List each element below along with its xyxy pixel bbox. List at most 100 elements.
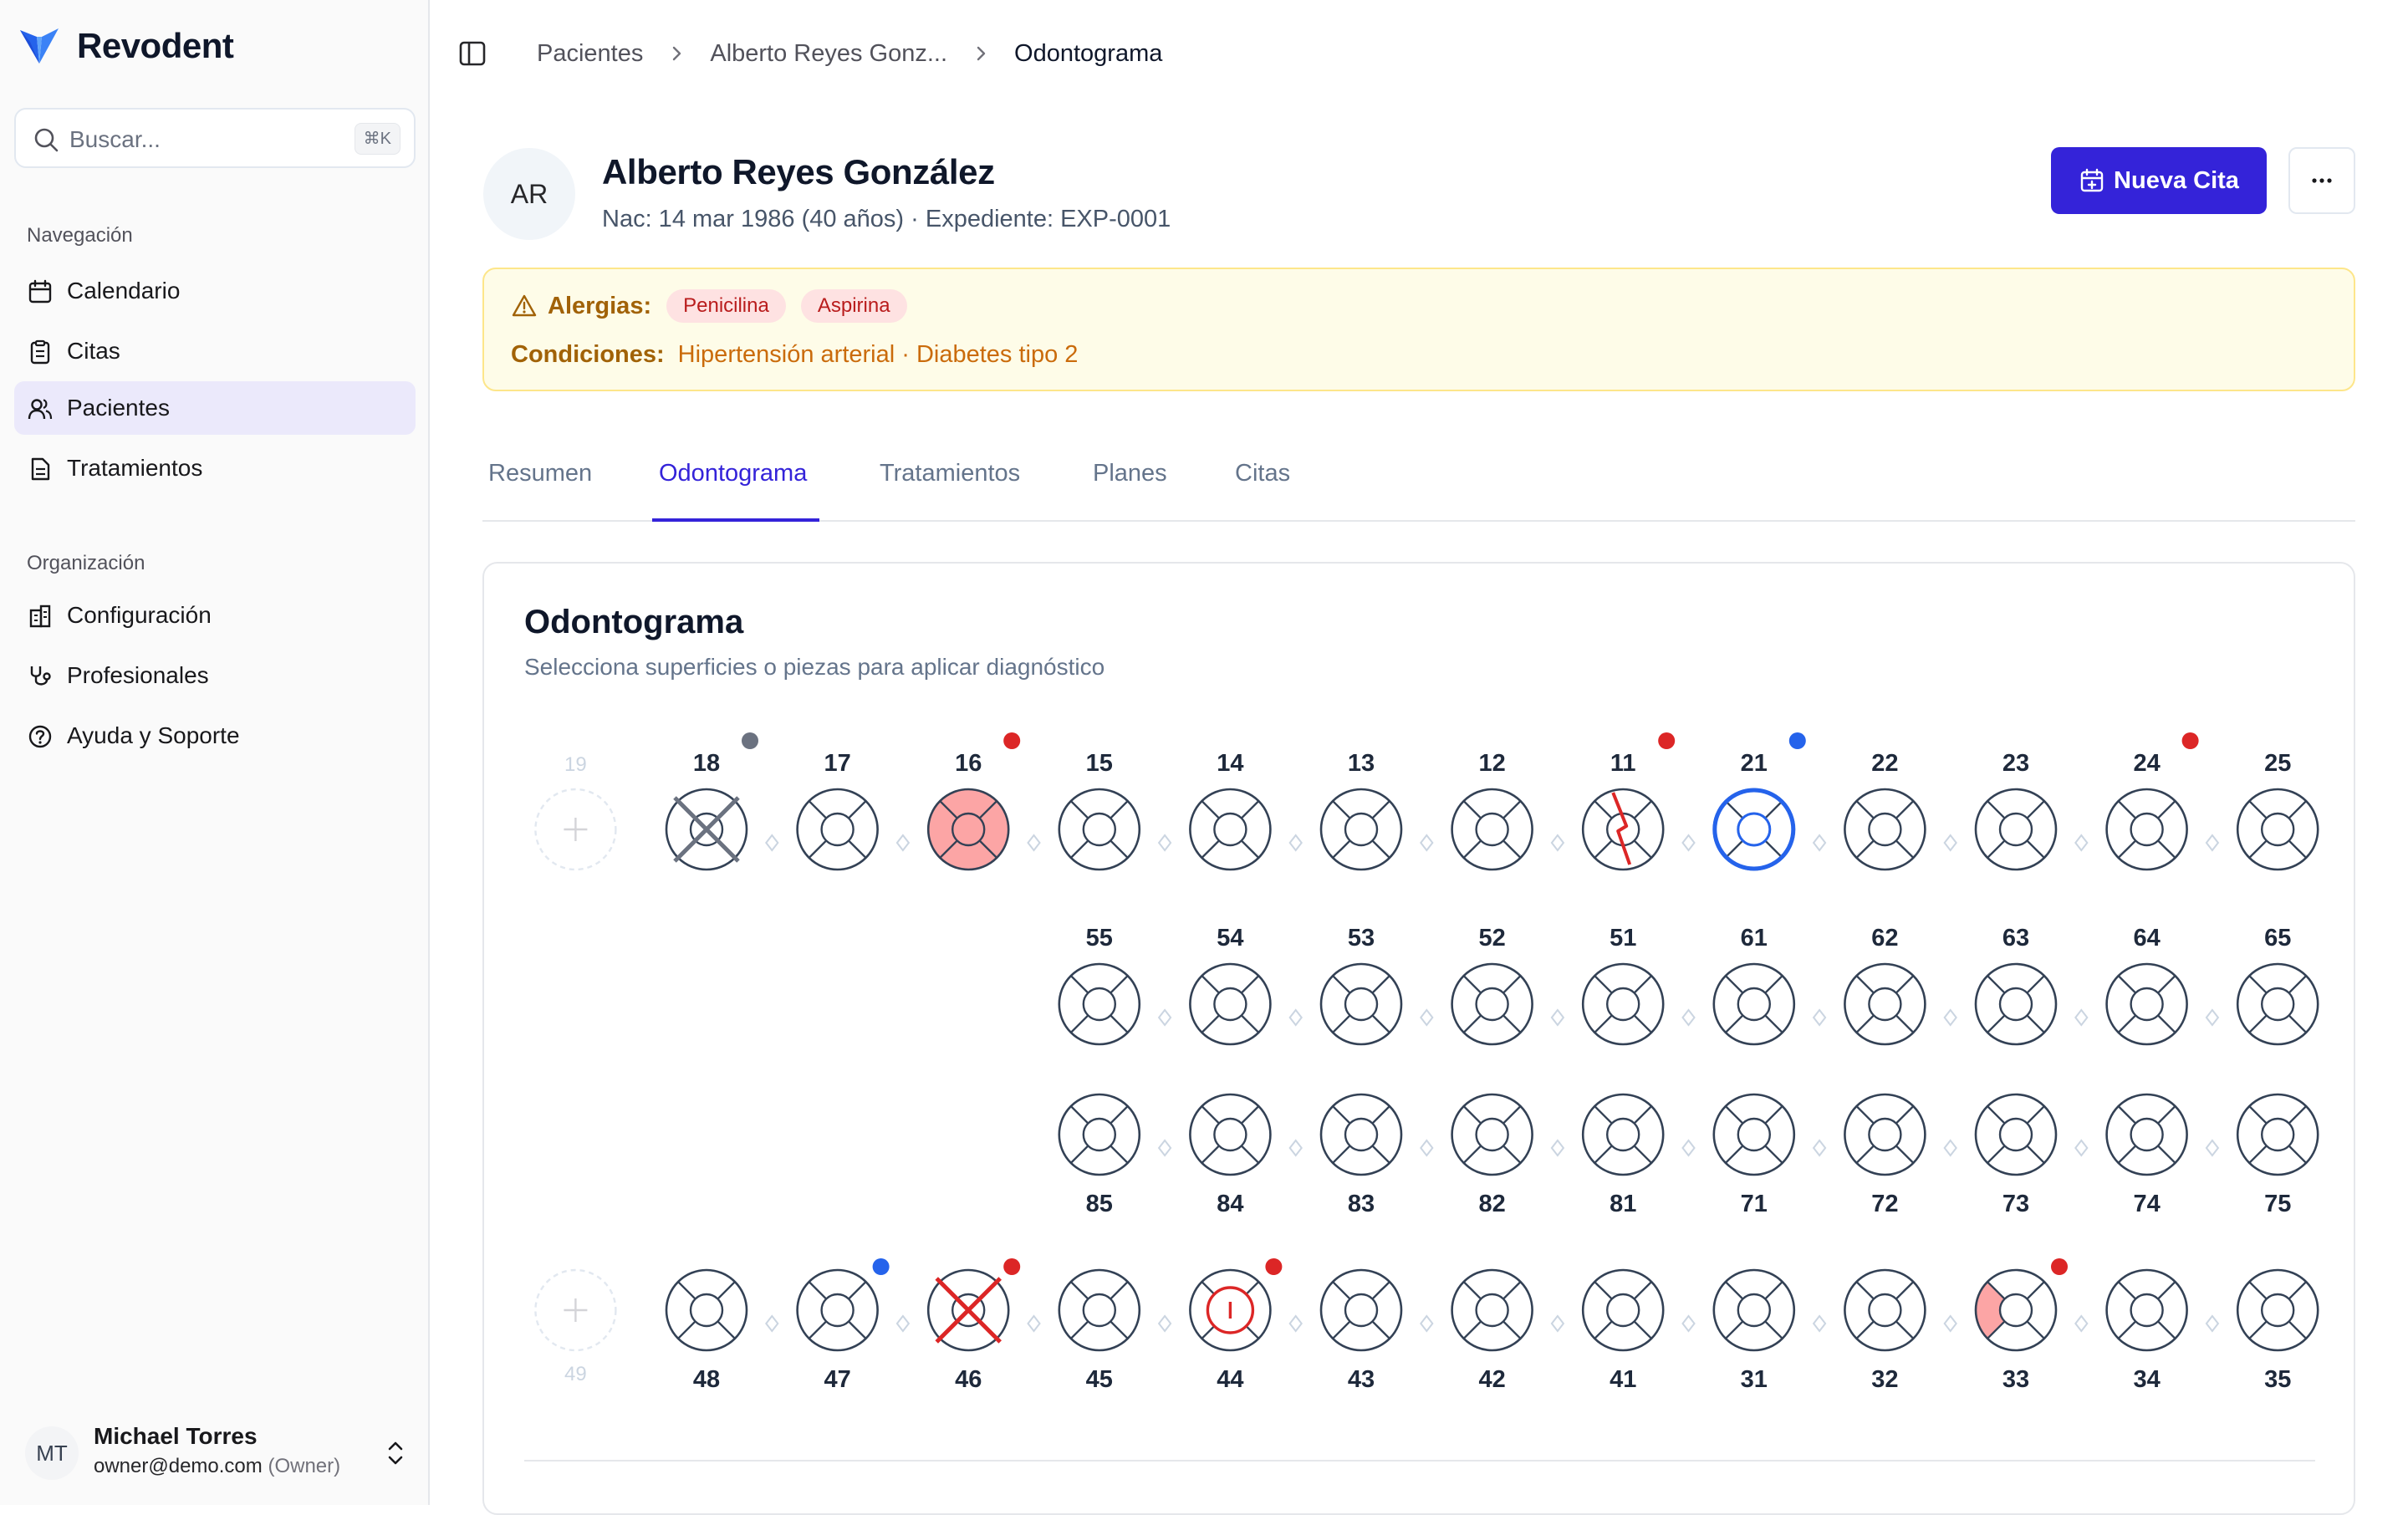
contact-point-toggle[interactable] [2074, 1314, 2089, 1333]
tooth-15[interactable]: 15 [1058, 750, 1141, 871]
sidebar-item-configuracion[interactable]: Configuración [14, 589, 416, 642]
tooth-47[interactable]: 47 [796, 1258, 890, 1393]
tooth-31[interactable]: 31 [1712, 1268, 1796, 1393]
tooth-center-surface[interactable] [1998, 1293, 2033, 1328]
tooth-12[interactable]: 12 [1451, 750, 1533, 871]
tooth-63[interactable]: 63 [1974, 925, 2058, 1046]
breadcrumb-pacientes[interactable]: Pacientes [537, 40, 643, 68]
new-appointment-button[interactable]: Nueva Cita [2051, 147, 2267, 214]
tooth-65[interactable]: 65 [2236, 925, 2319, 1046]
tooth-center-surface[interactable] [1868, 987, 1902, 1022]
tab-tratamientos[interactable]: Tratamientos [880, 460, 1020, 520]
tooth-54[interactable]: 54 [1189, 925, 1272, 1046]
tooth-45[interactable]: 45 [1058, 1268, 1141, 1393]
contact-point-toggle[interactable] [895, 1314, 911, 1333]
tooth-center-surface[interactable] [1475, 1293, 1509, 1328]
sidebar-item-profesionales[interactable]: Profesionales [14, 649, 416, 702]
sidebar-item-pacientes[interactable]: Pacientes [14, 381, 416, 435]
contact-point-toggle[interactable] [765, 1314, 779, 1333]
tooth-center-surface[interactable] [1344, 987, 1379, 1022]
tooth-center-surface[interactable] [2130, 1293, 2164, 1328]
contact-point-toggle[interactable] [1027, 1314, 1041, 1333]
more-options-button[interactable] [2288, 147, 2355, 214]
contact-point-toggle[interactable] [1288, 834, 1303, 852]
tab-resumen[interactable]: Resumen [488, 460, 592, 520]
tooth-center-surface[interactable] [1213, 987, 1247, 1022]
contact-point-toggle[interactable] [2205, 1314, 2220, 1333]
tooth-33[interactable]: 33 [1974, 1258, 2068, 1393]
tooth-14[interactable]: 14 [1189, 750, 1272, 871]
contact-point-toggle[interactable] [1681, 1139, 1696, 1157]
tooth-61[interactable]: 61 [1712, 925, 1796, 1046]
tab-planes[interactable]: Planes [1093, 460, 1167, 520]
contact-point-toggle[interactable] [2205, 1008, 2220, 1027]
tooth-13[interactable]: 13 [1319, 750, 1403, 871]
contact-point-toggle[interactable] [765, 834, 779, 852]
tooth-55[interactable]: 55 [1058, 925, 1141, 1046]
contact-point-toggle[interactable] [1157, 1314, 1172, 1333]
contact-point-toggle[interactable] [1288, 1008, 1303, 1027]
tooth-center-surface[interactable] [1737, 1293, 1772, 1328]
tooth-35[interactable]: 35 [2236, 1268, 2319, 1393]
contact-point-toggle[interactable] [1550, 1008, 1565, 1027]
tooth-85[interactable]: 85 [1058, 1093, 1141, 1217]
tooth-center-surface[interactable] [1737, 987, 1772, 1022]
tooth-32[interactable]: 32 [1844, 1268, 1926, 1393]
contact-point-toggle[interactable] [1157, 1008, 1172, 1027]
contact-point-toggle[interactable] [1550, 1314, 1565, 1333]
tooth-center-surface[interactable] [1082, 812, 1116, 847]
contact-point-toggle[interactable] [1420, 1139, 1434, 1157]
tab-odontograma[interactable]: Odontograma [659, 460, 807, 520]
sidebar-item-tratamientos[interactable]: Tratamientos [14, 441, 416, 495]
tooth-center-surface[interactable] [1737, 1117, 1772, 1152]
contact-point-toggle[interactable] [2205, 834, 2220, 852]
contact-point-toggle[interactable] [1943, 1139, 1957, 1157]
tooth-center-surface[interactable] [1475, 987, 1509, 1022]
tooth-11[interactable]: 11 [1581, 732, 1676, 871]
tooth-53[interactable]: 53 [1319, 925, 1403, 1046]
tooth-center-surface[interactable] [1475, 1117, 1509, 1152]
tooth-center-surface[interactable] [1344, 1293, 1379, 1328]
tooth-center-surface[interactable] [1213, 812, 1247, 847]
tooth-center-surface[interactable] [2130, 1117, 2164, 1152]
tooth-43[interactable]: 43 [1319, 1268, 1403, 1393]
tooth-center-surface[interactable] [2130, 987, 2164, 1022]
breadcrumb-patient[interactable]: Alberto Reyes Gonz... [710, 40, 947, 68]
sidebar-item-ayuda[interactable]: Ayuda y Soporte [14, 709, 416, 763]
tab-citas[interactable]: Citas [1235, 460, 1290, 520]
tooth-center-surface[interactable] [1475, 812, 1509, 847]
tooth-34[interactable]: 34 [2105, 1268, 2188, 1393]
tooth-center-surface[interactable] [1868, 1117, 1902, 1152]
tooth-44[interactable]: 44 [1189, 1258, 1283, 1393]
contact-point-toggle[interactable] [1681, 834, 1696, 852]
tooth-23[interactable]: 23 [1974, 750, 2058, 871]
sidebar-item-calendario[interactable]: Calendario [14, 264, 416, 318]
contact-point-toggle[interactable] [2205, 1139, 2220, 1157]
tooth-center-surface[interactable] [1868, 1293, 1902, 1328]
contact-point-toggle[interactable] [2074, 1008, 2089, 1027]
tooth-center-surface[interactable] [689, 1293, 724, 1328]
contact-point-toggle[interactable] [1027, 834, 1041, 852]
contact-point-toggle[interactable] [1812, 834, 1827, 852]
tooth-center-surface[interactable] [2130, 812, 2164, 847]
tooth-81[interactable]: 81 [1581, 1093, 1665, 1217]
contact-point-toggle[interactable] [1943, 834, 1957, 852]
contact-point-toggle[interactable] [2074, 834, 2089, 852]
tooth-46[interactable]: 46 [926, 1258, 1021, 1393]
search-box[interactable]: Buscar... ⌘K [14, 108, 416, 168]
tooth-83[interactable]: 83 [1319, 1093, 1403, 1217]
tooth-center-surface[interactable] [820, 812, 855, 847]
contact-point-toggle[interactable] [1812, 1008, 1827, 1027]
contact-point-toggle[interactable] [1550, 1139, 1565, 1157]
tooth-64[interactable]: 64 [2105, 925, 2188, 1046]
contact-point-toggle[interactable] [1943, 1008, 1957, 1027]
tooth-17[interactable]: 17 [796, 750, 879, 871]
tooth-16[interactable]: 16 [926, 732, 1021, 871]
tooth-82[interactable]: 82 [1451, 1093, 1533, 1217]
tooth-center-surface[interactable] [2260, 1117, 2295, 1152]
tooth-center-surface[interactable] [2260, 987, 2295, 1022]
tooth-center-surface[interactable] [1082, 987, 1116, 1022]
tooth-18[interactable]: 18 [665, 732, 758, 871]
tooth-center-surface[interactable] [1998, 987, 2033, 1022]
tooth-24[interactable]: 24 [2105, 732, 2199, 871]
